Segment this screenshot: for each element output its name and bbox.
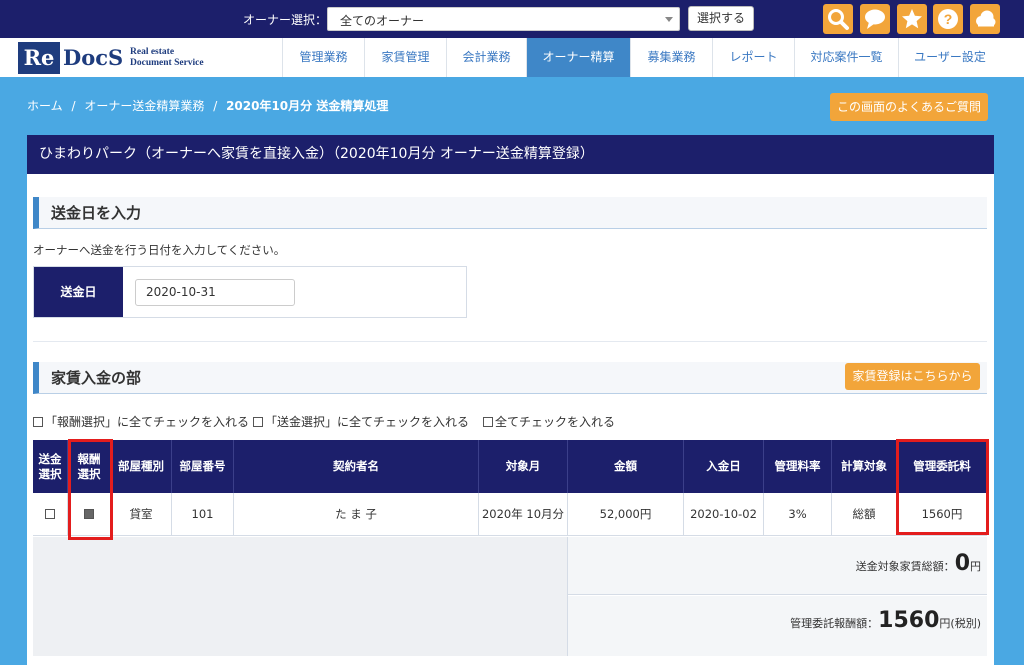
nav-rent[interactable]: 家賃管理	[364, 38, 446, 77]
redocs-logo[interactable]: Re DocS Real estate Document Service	[18, 42, 218, 74]
remit-total-value: 0	[954, 551, 970, 576]
help-icon[interactable]: ?	[933, 4, 963, 34]
table-header: 送金 選択 報酬 選択 部屋種別 部屋番号 契約者名 対象月 金額 入金日 管理…	[33, 440, 987, 493]
bulk-check-options: 「報酬選択」に全てチェックを入れる 「送金選択」に全てチェックを入れる 全てチェ…	[33, 413, 619, 430]
mgmt-fee-highlight	[896, 439, 989, 535]
chevron-down-icon	[665, 17, 673, 22]
breadcrumb-current: 2020年10月分 送金精算処理	[226, 99, 389, 113]
remit-select-cell	[33, 493, 68, 536]
cloud-icon[interactable]	[970, 4, 1000, 34]
remit-total-unit: 円	[970, 560, 981, 573]
checkbox[interactable]	[33, 417, 43, 427]
paid-date-cell: 2020-10-02	[684, 493, 764, 536]
check-all-fee-option[interactable]: 「報酬選択」に全てチェックを入れる	[33, 413, 249, 430]
calc-target-cell: 総額	[832, 493, 897, 536]
check-all-option[interactable]: 全てチェックを入れる	[483, 413, 615, 430]
fee-total-label: 管理委託報酬額：	[790, 617, 879, 630]
th-contractor: 契約者名	[234, 440, 479, 493]
logo-subtitle: Real estate Document Service	[130, 47, 204, 68]
remit-total-label: 送金対象家賃総額：	[855, 560, 955, 573]
breadcrumb: ホーム / オーナー送金精算業務 / 2020年10月分 送金精算処理	[27, 99, 389, 113]
logo-re: Re	[18, 42, 60, 74]
nav-management[interactable]: 管理業務	[282, 38, 364, 77]
th-calc-target: 計算対象	[832, 440, 897, 493]
contractor-cell: た ま 子	[234, 493, 479, 536]
th-room-type: 部屋種別	[111, 440, 172, 493]
nav-cases[interactable]: 対応案件一覧	[794, 38, 898, 77]
rent-register-button[interactable]: 家賃登録はこちらから	[845, 363, 980, 390]
th-remit-select: 送金 選択	[33, 440, 68, 493]
section-divider	[33, 341, 987, 342]
th-amount: 金額	[568, 440, 684, 493]
checkbox[interactable]	[483, 417, 494, 427]
fee-total-unit: 円(税別)	[939, 617, 981, 630]
owner-select[interactable]: 全てのオーナー	[327, 7, 680, 31]
remit-date-section-title: 送金日を入力	[33, 197, 987, 229]
totals-spacer	[33, 537, 568, 656]
svg-text:?: ?	[944, 11, 953, 27]
checkbox[interactable]	[253, 417, 264, 427]
mgmt-rate-cell: 3%	[764, 493, 832, 536]
fee-total-value: 1560	[878, 608, 940, 633]
check-all-remit-option[interactable]: 「送金選択」に全てチェックを入れる	[253, 413, 469, 430]
th-room-no: 部屋番号	[172, 440, 234, 493]
remit-date-description: オーナーへ送金を行う日付を入力してください。	[33, 243, 286, 257]
nav-report[interactable]: レポート	[712, 38, 794, 77]
chat-icon[interactable]	[860, 4, 890, 34]
main-nav: 管理業務 家賃管理 会計業務 オーナー精算 募集業務 レポート 対応案件一覧 ユ…	[282, 38, 1001, 77]
page-title: ひまわりパーク（オーナーへ家賃を直接入金）（2020年10月分 オーナー送金精算…	[27, 135, 994, 174]
target-month-cell: 2020年 10月分	[479, 493, 568, 536]
fee-select-highlight	[68, 439, 113, 540]
th-paid-date: 入金日	[684, 440, 764, 493]
main-panel: ひまわりパーク（オーナーへ家賃を直接入金）（2020年10月分 オーナー送金精算…	[27, 135, 994, 665]
breadcrumb-home[interactable]: ホーム	[27, 99, 63, 113]
room-no-cell: 101	[172, 493, 234, 536]
room-type-cell: 貸室	[111, 493, 172, 536]
top-bar: オーナー選択： 全てのオーナー 選択する ?	[0, 0, 1024, 38]
nav-user-settings[interactable]: ユーザー設定	[898, 38, 1001, 77]
star-icon[interactable]	[897, 4, 927, 34]
nav-recruitment[interactable]: 募集業務	[630, 38, 712, 77]
main-nav-row: Re DocS Real estate Document Service 管理業…	[0, 38, 1024, 77]
th-mgmt-rate: 管理料率	[764, 440, 832, 493]
remit-select-checkbox[interactable]	[45, 509, 55, 519]
amount-cell: 52,000円	[568, 493, 684, 536]
rent-section-title: 家賃入金の部	[33, 362, 987, 394]
fee-total-row: 管理委託報酬額：1560円(税別)	[568, 596, 987, 656]
table-row: 貸室 101 た ま 子 2020年 10月分 52,000円 2020-10-…	[33, 493, 987, 536]
nav-owner-settlement[interactable]: オーナー精算	[526, 38, 630, 77]
faq-button[interactable]: この画面のよくあるご質問	[830, 93, 988, 121]
owner-select-value: 全てのオーナー	[340, 14, 425, 28]
select-owner-button[interactable]: 選択する	[688, 6, 754, 31]
th-target-month: 対象月	[479, 440, 568, 493]
owner-select-label: オーナー選択：	[243, 13, 328, 27]
logo-docs: DocS	[63, 45, 124, 70]
remit-total-row: 送金対象家賃総額：0円	[568, 537, 987, 595]
remit-date-box: 送金日 2020-10-31	[33, 266, 467, 318]
breadcrumb-owner-remittance[interactable]: オーナー送金精算業務	[84, 99, 204, 113]
remit-date-label: 送金日	[34, 267, 123, 317]
remit-date-input[interactable]: 2020-10-31	[135, 279, 295, 306]
search-icon[interactable]	[823, 4, 853, 34]
nav-accounting[interactable]: 会計業務	[446, 38, 526, 77]
